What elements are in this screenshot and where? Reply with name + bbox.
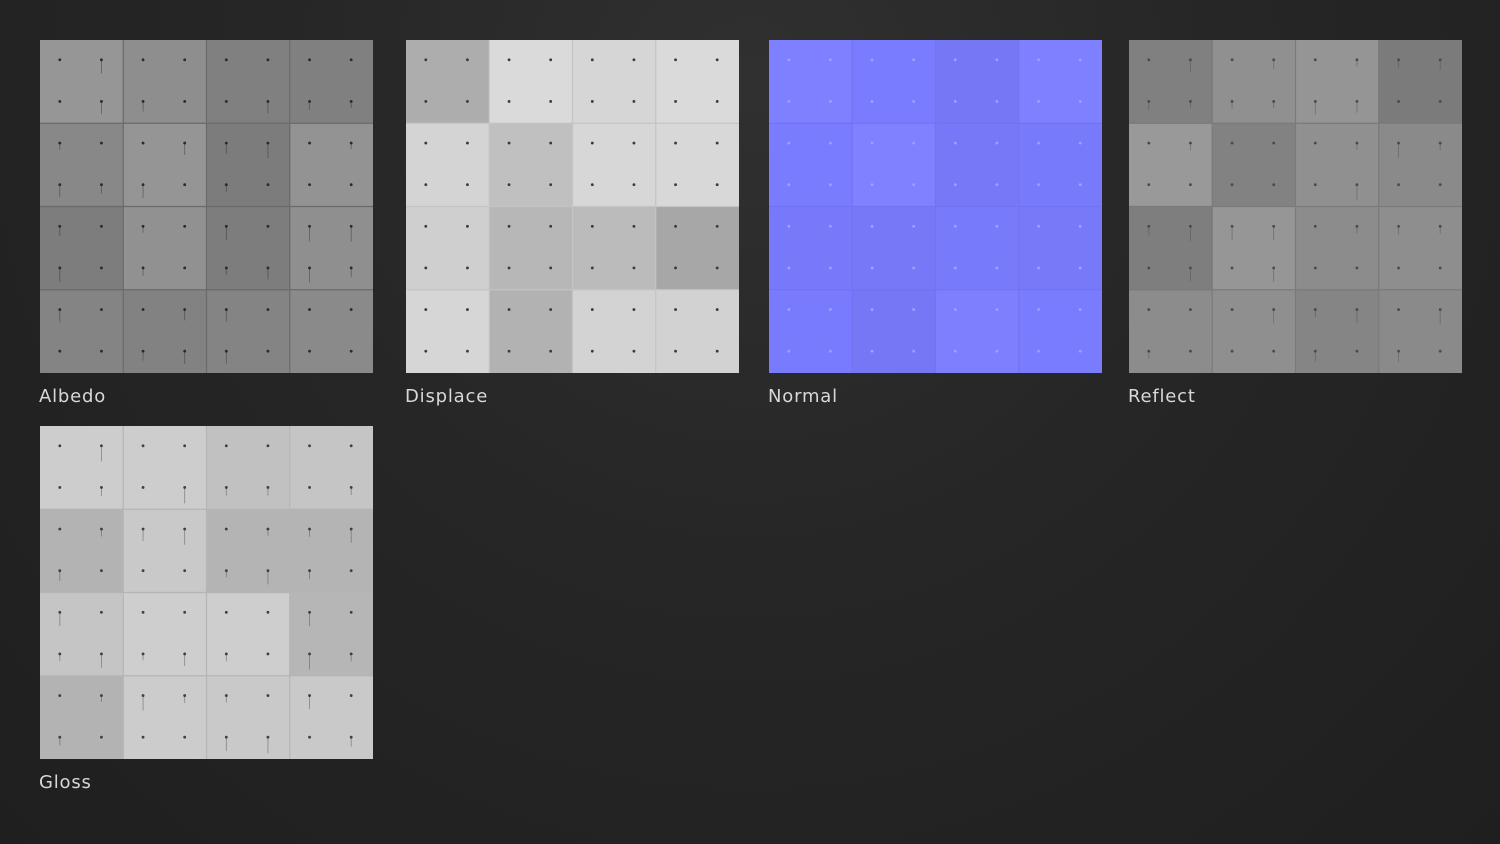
texture-card-reflect[interactable]: Reflect [1128, 40, 1462, 407]
gloss-label: Gloss [39, 772, 92, 793]
texture-card-gloss[interactable]: Gloss [39, 426, 373, 793]
normal-label: Normal [768, 386, 838, 407]
albedo-texture-thumbnail[interactable] [40, 40, 373, 373]
albedo-label: Albedo [39, 386, 107, 407]
reflect-texture-thumbnail[interactable] [1129, 40, 1462, 373]
reflect-texture-image [1129, 40, 1462, 373]
texture-card-normal[interactable]: Normal [768, 40, 1102, 407]
albedo-texture-image [40, 40, 373, 373]
normal-texture-thumbnail[interactable] [769, 40, 1102, 373]
displace-label: Displace [405, 386, 489, 407]
texture-card-displace[interactable]: Displace [405, 40, 739, 407]
displace-texture-image [406, 40, 739, 373]
texture-card-albedo[interactable]: Albedo [39, 40, 373, 407]
normal-texture-image [769, 40, 1102, 373]
gloss-texture-thumbnail[interactable] [40, 426, 373, 759]
displace-texture-thumbnail[interactable] [406, 40, 739, 373]
gloss-texture-image [40, 426, 373, 759]
reflect-label: Reflect [1128, 386, 1196, 407]
